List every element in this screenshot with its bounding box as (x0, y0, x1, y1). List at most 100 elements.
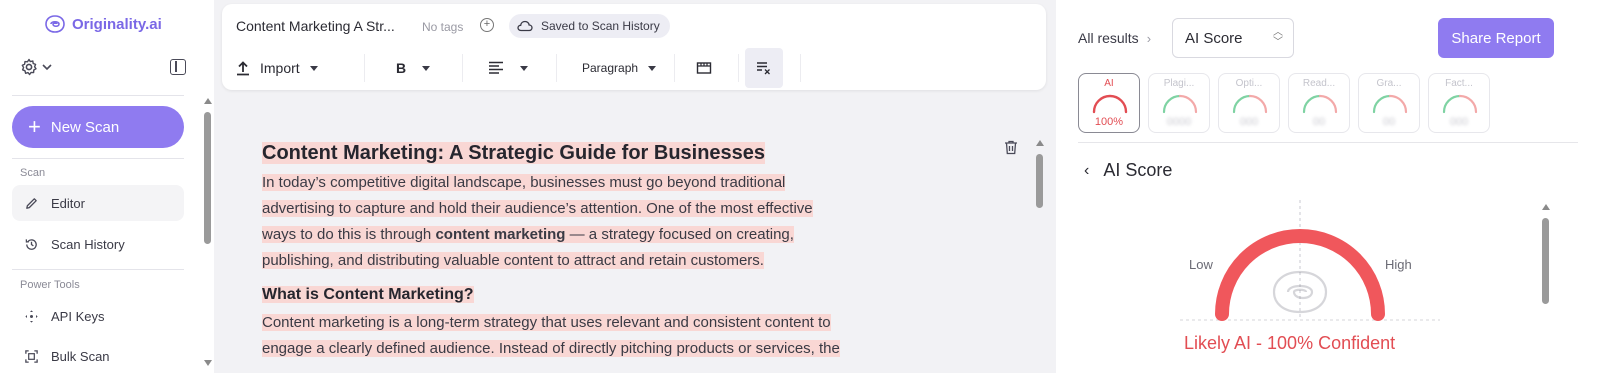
tile-optimization[interactable]: Opti... 000 (1218, 73, 1280, 133)
tile-plagiarism[interactable]: Plagi... 0000 (1148, 73, 1210, 133)
tile-value: 100% (1094, 116, 1124, 128)
gear-icon (21, 58, 37, 76)
section-label-scan: Scan (20, 167, 46, 179)
settings-menu-button[interactable] (20, 58, 52, 76)
tile-grammar[interactable]: Gra... 00 (1358, 73, 1420, 133)
mini-gauge-icon (1372, 94, 1408, 114)
section-label-power-tools: Power Tools (20, 279, 80, 291)
tags-label: No tags (422, 20, 464, 34)
results-panel: All results › AI Score ︿ ﹀ Share Report A… (1056, 0, 1600, 373)
pencil-icon (26, 197, 37, 209)
sidebar-item-scan-history[interactable]: Scan History (12, 226, 184, 262)
share-report-button[interactable]: Share Report (1438, 18, 1554, 58)
upload-icon (237, 60, 249, 75)
insert-media-button[interactable] (696, 48, 712, 88)
editor-area: Content Marketing A Str... No tags + Sav… (214, 0, 1056, 373)
collapse-sidebar-icon[interactable] (170, 59, 186, 75)
sidebar-scrollbar[interactable] (204, 96, 212, 373)
toolbar-divider (462, 54, 463, 82)
clear-format-icon (757, 62, 770, 75)
paragraph-style-dropdown[interactable]: Paragraph (582, 48, 657, 88)
scrollbar-thumb[interactable] (204, 112, 211, 244)
align-dropdown[interactable] (488, 48, 528, 88)
updown-chevron-icon: ︿ ﹀ (1273, 27, 1283, 48)
document-heading: Content Marketing: A Strategic Guide for… (262, 142, 766, 164)
tile-value: 000 (1449, 116, 1469, 128)
score-type-select[interactable]: AI Score ︿ ﹀ (1172, 18, 1294, 58)
text-line: publishing, and distributing valuable co… (262, 252, 764, 269)
score-type-value: AI Score (1185, 29, 1243, 47)
import-button[interactable]: Import (236, 48, 318, 88)
gauge-high-label: High (1385, 257, 1412, 272)
sidebar: Originality.ai + New Scan Scan Editor Sc… (0, 0, 200, 373)
mini-gauge-icon (1302, 94, 1338, 114)
sidebar-item-label: Bulk Scan (51, 348, 110, 364)
editor-toolbar: Content Marketing A Str... No tags + Sav… (222, 4, 1046, 90)
tile-value: 00 (1312, 116, 1326, 128)
divider (12, 95, 184, 96)
tile-value: 00 (1382, 116, 1396, 128)
tile-label: Opti... (1235, 78, 1263, 89)
tile-ai[interactable]: AI 100% (1078, 73, 1140, 133)
mini-gauge-icon (1232, 94, 1268, 114)
tile-label: Gra... (1376, 78, 1402, 89)
breadcrumb: All results › (1078, 30, 1151, 46)
toolbar-divider (364, 54, 365, 82)
text-line: advertising to capture and hold their au… (262, 200, 813, 217)
results-scrollbar[interactable] (1542, 204, 1550, 373)
clear-formatting-button[interactable] (745, 48, 783, 88)
caret-down-icon (422, 65, 431, 71)
sidebar-item-api-keys[interactable]: API Keys (12, 298, 184, 334)
brand-name: Originality.ai (72, 15, 162, 33)
toolbar-divider (556, 54, 557, 82)
divider (1078, 142, 1578, 143)
align-left-icon (489, 61, 503, 74)
tile-label: Fact... (1445, 78, 1473, 89)
tile-fact-check[interactable]: Fact... 000 (1428, 73, 1490, 133)
bold-label: B (396, 60, 407, 76)
tile-readability[interactable]: Read... 00 (1288, 73, 1350, 133)
scroll-up-icon[interactable] (1542, 204, 1550, 210)
history-icon (25, 238, 37, 250)
scroll-up-icon[interactable] (204, 98, 212, 104)
back-chevron-icon[interactable]: ‹ (1084, 162, 1089, 180)
text-line: engage a clearly defined audience. Inste… (262, 340, 840, 357)
scrollbar-thumb[interactable] (1036, 154, 1043, 208)
brand-logo[interactable]: Originality.ai (44, 14, 162, 34)
plus-icon: + (28, 114, 41, 139)
new-scan-button[interactable]: + New Scan (12, 106, 184, 148)
scrollbar-thumb[interactable] (1542, 218, 1549, 304)
sidebar-item-editor[interactable]: Editor (12, 185, 184, 221)
ai-verdict: Likely AI - 100% Confident (1184, 333, 1396, 353)
document-content[interactable]: Content Marketing: A Strategic Guide for… (262, 136, 962, 362)
brain-logo-icon (45, 15, 65, 33)
mini-gauge-icon (1092, 94, 1128, 114)
caret-down-icon (309, 65, 318, 71)
document-title[interactable]: Content Marketing A Str... (236, 18, 395, 34)
tile-label: AI (1104, 78, 1114, 89)
mini-gauge-icon (1162, 94, 1198, 114)
import-label: Import (260, 60, 300, 76)
sidebar-item-label: Editor (51, 195, 85, 211)
tile-value: 0000 (1166, 116, 1192, 128)
sidebar-item-bulk-scan[interactable]: Bulk Scan (12, 338, 184, 373)
score-title: AI Score (1103, 160, 1173, 180)
scroll-up-icon[interactable] (1036, 140, 1044, 146)
tile-label: Plagi... (1163, 78, 1195, 89)
divider (12, 269, 184, 270)
mini-gauge-icon (1442, 94, 1478, 114)
scroll-down-icon[interactable] (204, 360, 212, 366)
breadcrumb-all-results[interactable]: All results (1078, 30, 1139, 46)
saved-status-badge: Saved to Scan History (509, 14, 670, 38)
editor-scrollbar[interactable] (1036, 138, 1044, 373)
add-tag-icon[interactable]: + (480, 18, 494, 32)
bold-dropdown[interactable]: B (396, 48, 431, 88)
text-line: — a strategy focused on creating, (565, 226, 794, 243)
gauge-low-label: Low (1189, 257, 1213, 272)
trash-icon[interactable] (1004, 140, 1018, 160)
new-scan-label: New Scan (50, 118, 120, 136)
chevron-down-icon (42, 64, 52, 71)
saved-status-text: Saved to Scan History (541, 19, 660, 33)
text-line: Content marketing is a long-term strateg… (262, 314, 831, 331)
bold-text: content marketing (435, 226, 566, 243)
